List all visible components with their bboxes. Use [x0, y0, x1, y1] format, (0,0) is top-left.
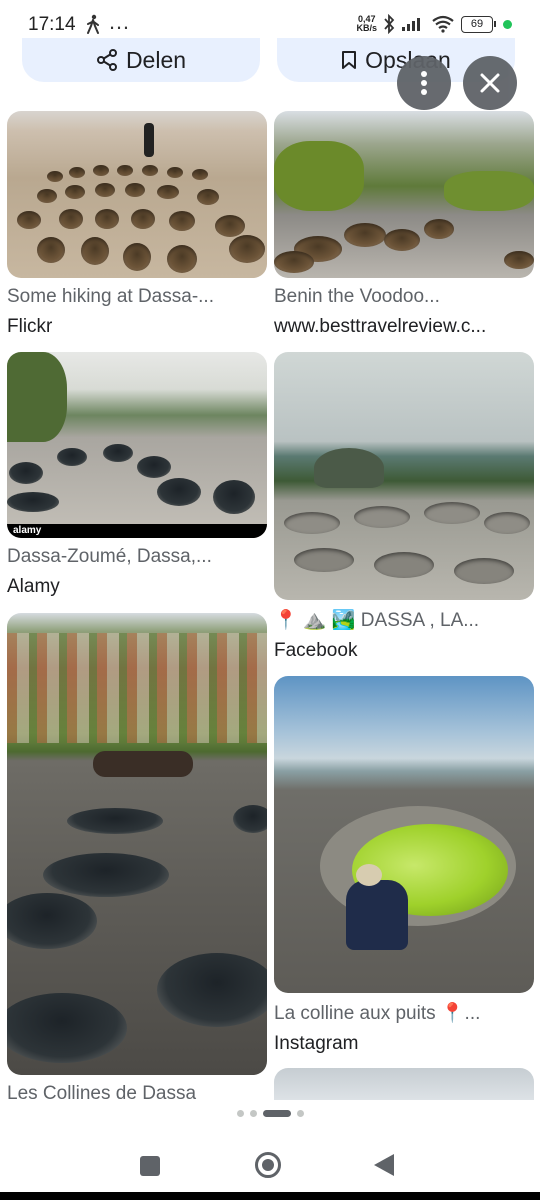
carousel-indicator	[0, 1110, 540, 1117]
close-button[interactable]	[463, 56, 517, 110]
share-button[interactable]: Delen	[22, 38, 260, 82]
result-source[interactable]: Facebook	[274, 640, 534, 662]
network-speed: 0,47 KB/s	[356, 15, 377, 33]
result-title[interactable]: Benin the Voodoo...	[274, 286, 534, 308]
network-speed-unit: KB/s	[356, 23, 377, 33]
page-dot-active	[262, 1110, 291, 1117]
battery-indicator: 69	[461, 15, 496, 33]
result-title[interactable]: Dassa-Zoumé, Dassa,...	[7, 546, 267, 568]
page-dot	[296, 1110, 304, 1117]
walking-icon	[87, 14, 99, 34]
result-title[interactable]: La colline aux puits 📍...	[274, 1001, 534, 1025]
more-vert-icon	[421, 71, 427, 95]
result-card[interactable]: Benin the Voodoo... www.besttravelreview…	[274, 111, 534, 338]
result-image[interactable]	[7, 613, 267, 1075]
status-time: 17:14	[28, 14, 76, 35]
more-notifications-icon: …	[108, 9, 131, 34]
result-card[interactable]: Les Collines de Dassa	[7, 613, 267, 1103]
recents-button[interactable]	[140, 1156, 160, 1176]
privacy-dot	[503, 19, 512, 29]
result-card[interactable]: La colline aux puits 📍... Instagram	[274, 676, 534, 1055]
share-label: Delen	[125, 46, 187, 73]
share-icon	[96, 49, 117, 71]
result-source[interactable]: www.besttravelreview.c...	[274, 316, 534, 338]
back-button[interactable]	[374, 1154, 394, 1176]
bluetooth-icon	[384, 14, 395, 34]
home-button[interactable]	[255, 1152, 281, 1178]
page-dot	[249, 1110, 257, 1117]
result-card[interactable]	[274, 1068, 534, 1100]
result-title[interactable]: 📍 ⛰️ 🏞️ DASSA , LA...	[274, 608, 534, 632]
result-card[interactable]: alamy Dassa-Zoumé, Dassa,... Alamy	[7, 352, 267, 598]
result-image[interactable]: alamy	[7, 352, 267, 538]
result-card[interactable]: Some hiking at Dassa-... Flickr	[7, 111, 267, 338]
close-icon	[480, 73, 500, 93]
alamy-watermark: alamy	[13, 525, 42, 536]
result-image[interactable]	[274, 1068, 534, 1100]
result-image[interactable]	[274, 111, 534, 278]
result-image[interactable]	[274, 676, 534, 993]
navigation-bar	[0, 1130, 540, 1200]
result-title[interactable]: Some hiking at Dassa-...	[7, 286, 267, 308]
result-card[interactable]: 📍 ⛰️ 🏞️ DASSA , LA... Facebook	[274, 352, 534, 662]
result-source[interactable]: Flickr	[7, 316, 267, 338]
bookmark-icon	[342, 51, 357, 69]
result-image[interactable]	[274, 352, 534, 600]
page-dot	[236, 1110, 244, 1117]
result-source[interactable]: Alamy	[7, 576, 267, 598]
more-options-button[interactable]	[397, 56, 451, 110]
result-image[interactable]	[7, 111, 267, 278]
signal-icon	[402, 18, 420, 31]
screen-edge	[0, 1192, 540, 1200]
wifi-icon	[432, 15, 454, 33]
result-source[interactable]: Instagram	[274, 1033, 534, 1055]
